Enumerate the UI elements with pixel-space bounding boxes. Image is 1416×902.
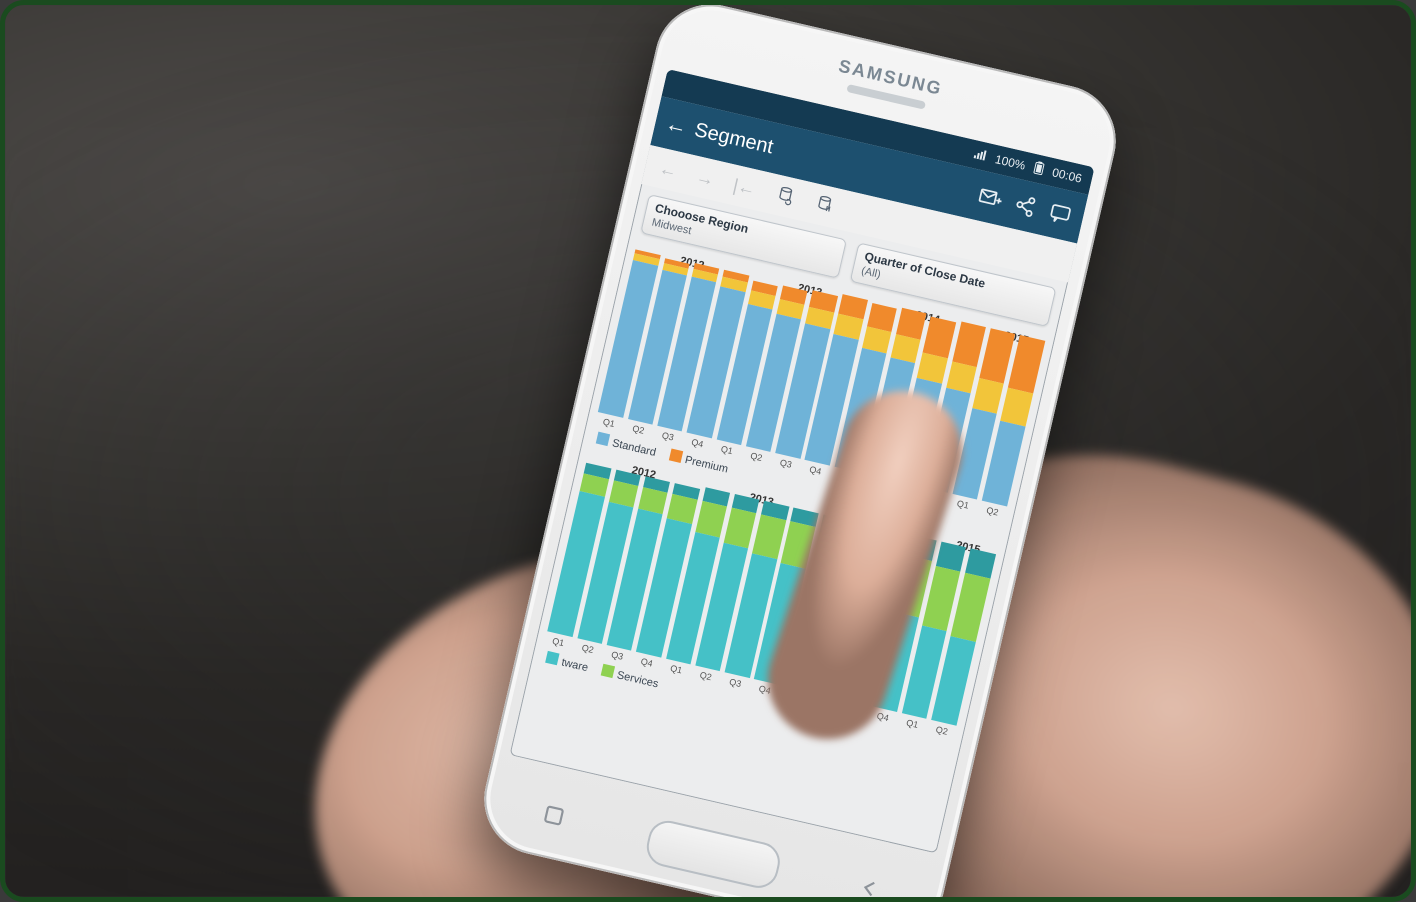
db-pause-icon[interactable] bbox=[811, 191, 836, 220]
legend-premium: Premium bbox=[684, 454, 730, 476]
recent-apps-icon[interactable] bbox=[538, 800, 569, 831]
nav-back-icon[interactable]: ← bbox=[657, 159, 679, 181]
home-button[interactable] bbox=[643, 817, 784, 892]
back-arrow-icon[interactable]: ← bbox=[663, 112, 687, 138]
battery-pct: 100% bbox=[994, 152, 1027, 173]
legend-standard: Standard bbox=[611, 437, 657, 459]
db-refresh-icon[interactable] bbox=[772, 182, 797, 211]
signal-icon bbox=[972, 147, 989, 165]
back-button-icon[interactable] bbox=[854, 873, 885, 902]
status-time: 00:06 bbox=[1051, 165, 1083, 185]
mail-compose-icon[interactable] bbox=[975, 182, 1006, 213]
nav-first-icon[interactable]: |← bbox=[731, 176, 757, 199]
nav-forward-icon[interactable]: → bbox=[694, 167, 716, 189]
battery-full-icon bbox=[1031, 159, 1047, 178]
legend-services: Services bbox=[616, 669, 660, 690]
share-icon[interactable] bbox=[1010, 190, 1041, 221]
comment-icon[interactable] bbox=[1045, 198, 1076, 229]
page-title: Segment bbox=[692, 118, 775, 158]
legend-ware: tware bbox=[560, 656, 589, 674]
